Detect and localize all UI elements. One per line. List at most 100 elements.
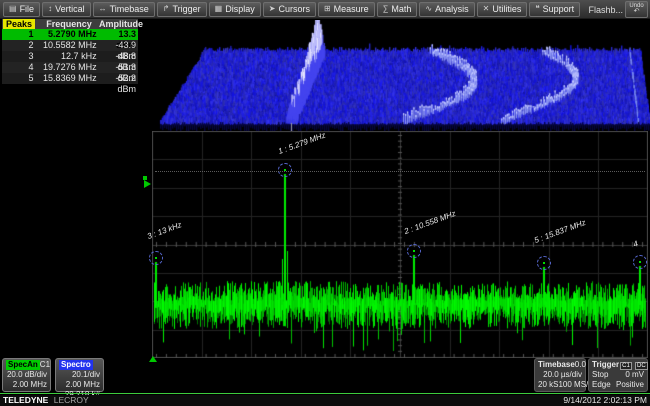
peaks-table-row-4[interactable]: 419.7276 MHz-51.3 dBm (2, 62, 138, 73)
peak-marker-circle-2 (407, 244, 421, 258)
math-calculator-icon: ∑ (383, 5, 389, 13)
peak-frequency: 5.2790 MHz (38, 29, 99, 40)
trigger-source-chip: C1 (620, 362, 632, 370)
trigger-edge-icon: ↱ (163, 5, 170, 13)
peaks-table-row-2[interactable]: 210.5582 MHz-43.9 dBm (2, 40, 138, 51)
menu-button-file[interactable]: ▤File (3, 2, 40, 17)
menu-button-trigger[interactable]: ↱Trigger (157, 2, 207, 17)
peak-annotation-2: 2 : 10.558 MHz (403, 209, 457, 236)
support-bubble-icon: ❝ (535, 5, 539, 13)
menu-button-measure[interactable]: ⊞Measure (318, 2, 375, 17)
brand-logo: TELEDYNE LECROY (3, 395, 89, 406)
specan-trace-arrow-icon (144, 180, 151, 188)
menu-button-cursors[interactable]: ➤Cursors (263, 2, 316, 17)
peak-marker-circle-5 (537, 256, 551, 270)
flashback-status-text: Flashb... (588, 5, 623, 15)
spectrum-analyzer-panel: 1 : 5.279 MHz2 : 10.558 MHz3 : 13 kHz5 :… (152, 131, 648, 358)
peak-annotation-3: 3 : 13 kHz (146, 220, 183, 241)
measure-caliper-icon: ⊞ (324, 5, 331, 13)
trigger-level: 0 mV (625, 370, 644, 380)
spectro-descriptor-box[interactable]: Spectro 20.1/div 2.00 MHz 29.218 k# (55, 358, 104, 392)
trigger-mode: Stop (592, 370, 608, 380)
undo-arrow-icon: ↶ (626, 8, 647, 15)
menu-label-math: Math (391, 4, 411, 14)
peak-amplitude: -51.3 dBm (99, 62, 138, 73)
trigger-coupling-chip: DC (635, 362, 648, 370)
menu-button-support[interactable]: ❝ Support (529, 2, 580, 17)
peaks-table-row-5[interactable]: 515.8369 MHz-52.2 dBm (2, 73, 138, 84)
footer-bar: TELEDYNE LECROY 9/14/2012 2:02:13 PM (0, 395, 650, 406)
cursor-pointer-icon: ➤ (269, 5, 276, 13)
spectro-title-chip: Spectro (59, 360, 93, 370)
analysis-waveform-icon: ∿ (425, 5, 432, 13)
peak-number: 1 (2, 29, 38, 40)
datetime-display: 9/14/2012 2:02:13 PM (563, 395, 647, 406)
peaks-table-row-3[interactable]: 312.7 kHz-48.8 dBm (2, 51, 138, 62)
menu-bar: ▤File↕Vertical↔Timebase↱Trigger▦Display➤… (0, 0, 650, 19)
timebase-descriptor-box[interactable]: Timebase 0.0 µs 20.0 µs/div 20 kS 100 MS… (534, 358, 586, 392)
peaks-table-body: 15.2790 MHz13.3 dBm210.5582 MHz-43.9 dBm… (2, 29, 138, 84)
menu-button-display[interactable]: ▦Display (209, 2, 261, 17)
timebase-scale: 20.0 µs/div (543, 370, 582, 380)
peaks-table: Peaks Frequency Amplitude 15.2790 MHz13.… (2, 19, 138, 84)
specan-title-chip: SpecAn (6, 360, 40, 370)
specan-scale: 20.0 dB/div (7, 370, 47, 380)
menu-label-trigger: Trigger (172, 4, 200, 14)
vertical-arrows-icon: ↕ (48, 5, 52, 13)
menu-label-cursors: Cursors (278, 4, 310, 14)
peak-marker-circle-4 (633, 255, 647, 269)
peak-number: 4 (2, 62, 38, 73)
peaks-header-cell: Peaks (2, 19, 39, 29)
menu-label-display: Display (225, 4, 255, 14)
peak-amplitude: -48.8 dBm (99, 51, 138, 62)
menubar-items: ▤File↕Vertical↔Timebase↱Trigger▦Display➤… (0, 0, 581, 18)
menu-button-vertical[interactable]: ↕Vertical (42, 2, 91, 17)
spectro-span: 2.00 MHz (66, 380, 100, 390)
utilities-tools-icon: ✕ (483, 5, 490, 13)
menu-button-analysis[interactable]: ∿Analysis (419, 2, 474, 17)
peak-frequency: 15.8369 MHz (38, 73, 99, 84)
undo-button[interactable]: Undo ↶ (625, 1, 648, 18)
trigger-position-marker (149, 356, 157, 362)
menu-label-file: File (20, 4, 35, 14)
horizontal-arrows-icon: ↔ (99, 5, 107, 13)
peak-annotation-4: 4 (632, 239, 639, 249)
brand-lecroy: LECROY (54, 395, 89, 405)
peak-amplitude: 13.3 dBm (99, 29, 138, 40)
brand-teledyne: TELEDYNE (3, 395, 48, 405)
peak-frequency: 12.7 kHz (38, 51, 99, 62)
peak-annotation-5: 5 : 15.837 MHz (533, 218, 587, 245)
peaks-table-row-1[interactable]: 15.2790 MHz13.3 dBm (2, 29, 138, 40)
specan-span: 2.00 MHz (13, 380, 47, 390)
peak-number: 3 (2, 51, 38, 62)
trigger-type: Edge (592, 380, 611, 390)
menu-button-math[interactable]: ∑Math (377, 2, 418, 17)
menu-label-support: Support (543, 4, 575, 14)
peak-threshold-line (155, 171, 645, 172)
menu-label-utilities: Utilities (492, 4, 521, 14)
peaks-header-chip: Peaks (3, 19, 35, 29)
peak-marker-circle-3 (149, 251, 163, 265)
peak-number: 2 (2, 40, 38, 51)
trigger-title: Trigger (592, 360, 619, 370)
menu-label-vertical: Vertical (55, 4, 85, 14)
timebase-title: Timebase (538, 360, 575, 370)
frequency-header-cell: Frequency (39, 19, 99, 29)
oscilloscope-screen: ▤File↕Vertical↔Timebase↱Trigger▦Display➤… (0, 0, 650, 406)
menu-button-utilities[interactable]: ✕Utilities (477, 2, 528, 17)
footer-separator-line (0, 393, 650, 394)
timebase-samples: 20 kS (538, 380, 558, 390)
trigger-slope: Positive (616, 380, 644, 390)
menu-button-timebase[interactable]: ↔Timebase (93, 2, 155, 17)
specan-channel: C1 (40, 360, 50, 370)
trigger-descriptor-box[interactable]: Trigger C1 DC Stop 0 mV Edge Positive (588, 358, 648, 392)
peak-frequency: 10.5582 MHz (38, 40, 99, 51)
peak-marker-circle-1 (278, 163, 292, 177)
amplitude-header-cell: Amplitude (99, 19, 137, 29)
spectro-scale: 20.1/div (72, 370, 100, 380)
display-monitor-icon: ▦ (215, 5, 223, 13)
specan-descriptor-box[interactable]: SpecAn C1 20.0 dB/div 2.00 MHz (2, 358, 51, 392)
peak-annotation-1: 1 : 5.279 MHz (277, 131, 327, 156)
file-icon: ▤ (9, 5, 17, 13)
menu-label-timebase: Timebase (110, 4, 149, 14)
